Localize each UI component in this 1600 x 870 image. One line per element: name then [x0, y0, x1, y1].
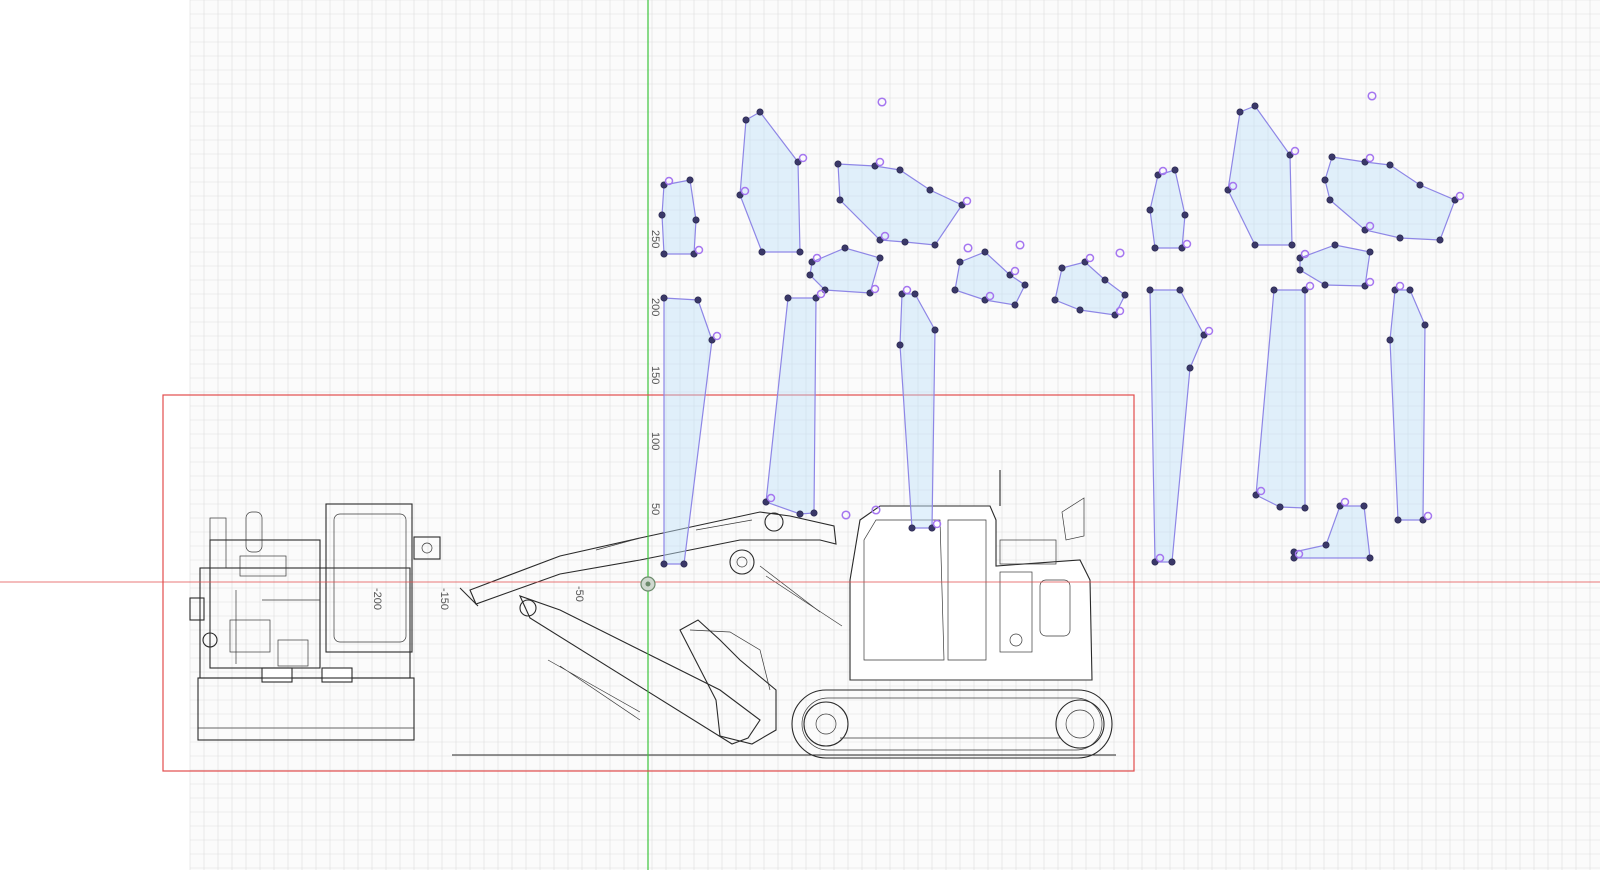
vertex-node[interactable] — [1301, 504, 1309, 512]
vertex-node[interactable] — [841, 244, 849, 252]
vertex-node[interactable] — [1288, 241, 1296, 249]
vertex-node[interactable] — [1021, 281, 1029, 289]
vertex-node[interactable] — [981, 248, 989, 256]
vertex-node[interactable] — [756, 108, 764, 116]
y-tick-label: 100 — [649, 432, 661, 450]
vertex-node[interactable] — [1326, 196, 1334, 204]
vertex-node[interactable] — [658, 211, 666, 219]
vertex-node[interactable] — [1076, 306, 1084, 314]
vertex-node[interactable] — [931, 241, 939, 249]
vertex-node[interactable] — [926, 186, 934, 194]
vertex-node[interactable] — [1416, 181, 1424, 189]
vertex-node[interactable] — [876, 254, 884, 262]
vertex-node[interactable] — [1331, 241, 1339, 249]
vertex-node[interactable] — [660, 250, 668, 258]
vertex-node[interactable] — [836, 196, 844, 204]
vertex-node[interactable] — [1322, 541, 1330, 549]
vertex-node[interactable] — [796, 248, 804, 256]
vertex-node[interactable] — [1360, 502, 1368, 510]
vertex-node[interactable] — [911, 290, 919, 298]
vertex-node[interactable] — [1171, 166, 1179, 174]
vertex-node[interactable] — [1328, 153, 1336, 161]
vertex-node[interactable] — [1251, 241, 1259, 249]
vertex-node[interactable] — [692, 216, 700, 224]
vertex-node[interactable] — [1236, 108, 1244, 116]
vertex-node[interactable] — [1146, 286, 1154, 294]
vertex-node[interactable] — [951, 286, 959, 294]
vertex-node[interactable] — [1251, 102, 1259, 110]
vertex-node[interactable] — [680, 560, 688, 568]
design-canvas[interactable]: 250 200 150 100 50 -200 -150 -50 — [0, 0, 1600, 870]
canvas-svg[interactable]: 250 200 150 100 50 -200 -150 -50 — [0, 0, 1600, 870]
vertex-node[interactable] — [1366, 554, 1374, 562]
vertex-node[interactable] — [1396, 234, 1404, 242]
vertex-node[interactable] — [686, 176, 694, 184]
y-tick-label: 50 — [649, 503, 661, 515]
origin-handle-icon[interactable] — [640, 576, 656, 592]
vertex-node[interactable] — [1276, 503, 1284, 511]
vertex-node[interactable] — [956, 258, 964, 266]
vertex-node[interactable] — [1436, 236, 1444, 244]
vertex-node[interactable] — [1394, 516, 1402, 524]
vertex-node[interactable] — [742, 116, 750, 124]
x-tick-label: -200 — [371, 588, 383, 610]
vertex-node[interactable] — [1186, 364, 1194, 372]
vertex-node[interactable] — [901, 238, 909, 246]
vertex-node[interactable] — [1366, 248, 1374, 256]
vertex-node[interactable] — [810, 509, 818, 517]
vertex-node[interactable] — [694, 296, 702, 304]
y-tick-label: 250 — [649, 230, 661, 248]
vertex-node[interactable] — [806, 271, 814, 279]
vertex-node[interactable] — [784, 294, 792, 302]
vertex-node[interactable] — [1146, 206, 1154, 214]
vertex-node[interactable] — [1270, 286, 1278, 294]
vertex-node[interactable] — [1051, 296, 1059, 304]
vertex-node[interactable] — [1296, 266, 1304, 274]
vertex-node[interactable] — [896, 341, 904, 349]
vertex-node[interactable] — [1176, 286, 1184, 294]
vertex-node[interactable] — [1421, 321, 1429, 329]
vertex-node[interactable] — [796, 510, 804, 518]
vertex-node[interactable] — [896, 166, 904, 174]
vertex-node[interactable] — [1151, 244, 1159, 252]
vertex-node[interactable] — [1406, 286, 1414, 294]
y-tick-label: 200 — [649, 298, 661, 316]
x-tick-label: -150 — [438, 588, 450, 610]
vertex-node[interactable] — [908, 524, 916, 532]
vertex-node[interactable] — [931, 326, 939, 334]
vertex-node[interactable] — [1386, 161, 1394, 169]
vertex-node[interactable] — [821, 286, 829, 294]
vertex-node[interactable] — [1181, 211, 1189, 219]
vertex-node[interactable] — [660, 560, 668, 568]
y-tick-label: 150 — [649, 366, 661, 384]
vertex-node[interactable] — [758, 248, 766, 256]
vertex-node[interactable] — [1058, 264, 1066, 272]
vertex-node[interactable] — [660, 294, 668, 302]
vertex-node[interactable] — [834, 160, 842, 168]
vertex-node[interactable] — [1121, 291, 1129, 299]
vertex-node[interactable] — [1321, 281, 1329, 289]
vertex-node[interactable] — [1386, 336, 1394, 344]
vertex-node[interactable] — [1168, 558, 1176, 566]
pattern-piece[interactable] — [661, 179, 697, 255]
vertex-node[interactable] — [1011, 301, 1019, 309]
x-tick-label: -50 — [573, 586, 585, 602]
vertex-node[interactable] — [1101, 276, 1109, 284]
vertex-node[interactable] — [1321, 176, 1329, 184]
